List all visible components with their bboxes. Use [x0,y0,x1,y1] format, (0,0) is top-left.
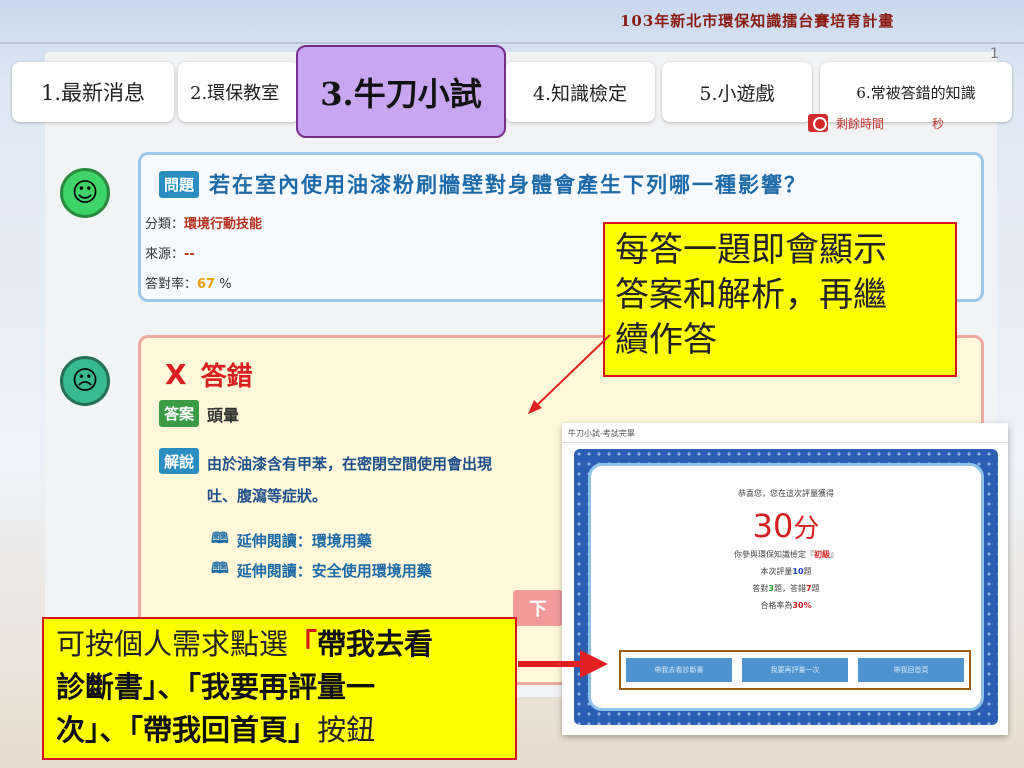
read-more-link-2[interactable]: 🕮 延伸閱讀：安全使用環境用藥 [211,558,432,583]
book-icon: 🕮 [211,559,229,577]
question-correct-rate: 答對率：67 % [145,277,232,292]
pass-rate: 合格率為30% [760,601,812,610]
tab-eco-classroom[interactable]: 2.環保教室 [178,62,300,122]
question-text: 若在室內使用油漆粉刷牆壁對身體會產生下列哪一種影響？ [209,172,808,197]
wrong-x-icon: X [165,358,187,391]
view-diagnosis-button[interactable]: 帶我去看診斷書 [626,658,732,682]
page-number: 1 [990,46,999,62]
question-category: 分類：環境行動技能 [145,217,263,232]
score: 30分 [752,507,820,545]
congrats-text: 恭喜您，您在這次評量獲得 [738,489,834,498]
result-window-title: 牛刀小試-考試完畢 [562,423,1008,443]
header-title: 103年新北市環保知識擂台賽培育計畫 [620,12,895,30]
explain-text: 由於油漆含有甲苯，在密閉空間使用會出現 吐、腹瀉等症狀。 [207,455,493,505]
home-button[interactable]: 帶我回首頁 [858,658,964,682]
timer: 剩餘時間 秒 [808,114,944,132]
answer-badge: 答案 [159,400,200,427]
question-badge: 問題 [159,170,200,198]
callout-button-options: 可按個人需求點選「帶我去看 診斷書」、「我要再評量一 次」、「帶我回首頁」按鈕 [42,617,517,760]
tab-common-mistakes[interactable]: 6.常被答錯的知識 [820,62,1012,122]
result-button-group: 帶我去看診斷書 我要再評量一次 帶我回首頁 [619,650,971,690]
answer-value: 頭暈 [207,405,240,425]
clock-icon [808,114,828,132]
question-count: 本次評量10題 [760,567,812,576]
question-source: 來源：-- [145,247,195,262]
retake-button[interactable]: 我要再評量一次 [742,658,848,682]
result-window: 牛刀小試-考試完畢 恭喜您，您在這次評量獲得 30分 你參與環保知識檢定『初級』… [562,423,1008,735]
read-more-link-1[interactable]: 🕮 延伸閱讀：環境用藥 [211,528,372,553]
tab-quick-quiz[interactable]: 3.牛刀小試 [296,45,506,138]
result-text: 答錯 [200,362,253,392]
level-text: 你參與環保知識檢定『初級』 [734,550,838,559]
callout-answer-explanation: 每答一題即會顯示 答案和解析，再繼 續作答 [603,222,957,377]
tab-knowledge-test[interactable]: 4.知識檢定 [505,62,655,122]
book-icon: 🕮 [211,529,229,547]
tab-latest-news[interactable]: 1.最新消息 [12,62,174,122]
timer-unit: 秒 [932,116,945,131]
next-button[interactable]: 下 [513,590,563,626]
header-divider [0,42,1024,44]
happy-face-icon: ☺ [60,168,110,218]
sad-face-icon: ☹ [60,356,110,406]
timer-label: 剩餘時間 [836,116,885,131]
right-wrong-count: 答對3題，答錯7題 [752,584,820,593]
result-frame: 恭喜您，您在這次評量獲得 30分 你參與環保知識檢定『初級』 本次評量10題 答… [574,449,998,725]
tab-mini-games[interactable]: 5.小遊戲 [662,62,812,122]
explain-badge: 解說 [159,448,200,474]
